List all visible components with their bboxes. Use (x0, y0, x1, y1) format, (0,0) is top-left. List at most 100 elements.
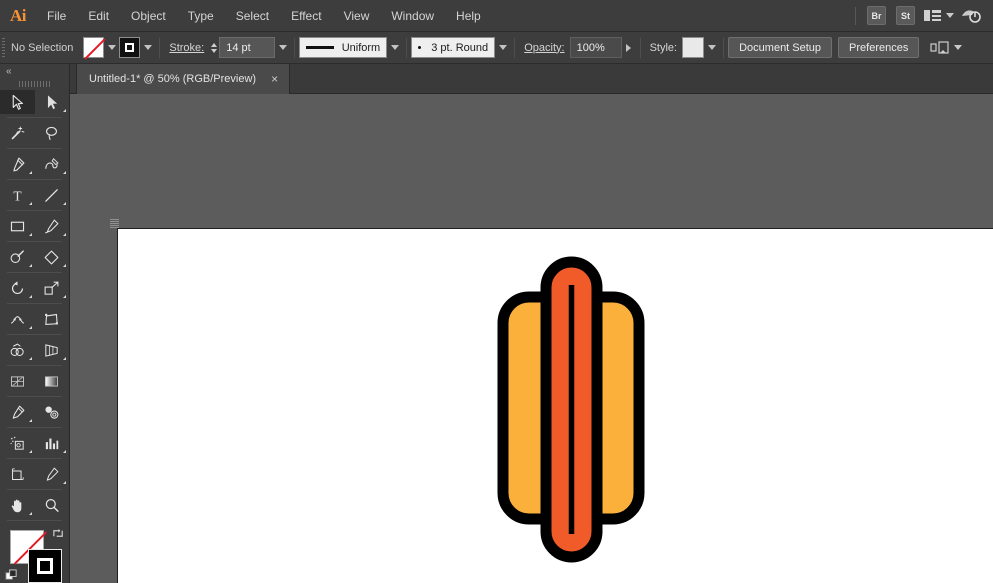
menu-item-window[interactable]: Window (380, 0, 445, 32)
fill-color-swatch[interactable] (83, 37, 104, 58)
canvas-area[interactable] (70, 94, 993, 583)
mesh-tool[interactable] (0, 369, 35, 393)
scale-tool[interactable] (35, 276, 70, 300)
tool-flyout-indicator-icon (63, 264, 66, 267)
brush-definition-dropdown-icon[interactable] (495, 37, 510, 58)
opacity-options-icon[interactable] (622, 37, 636, 58)
menu-divider (855, 7, 856, 25)
artboard[interactable] (117, 228, 993, 583)
artboard-tool[interactable] (0, 462, 35, 486)
align-chevron-down-icon[interactable] (954, 45, 962, 50)
shaper-tool[interactable] (0, 245, 35, 269)
perspective-grid-tool[interactable] (35, 338, 70, 362)
rectangle-tool[interactable] (0, 214, 35, 238)
stroke-indicator[interactable] (28, 549, 62, 583)
menu-item-help[interactable]: Help (445, 0, 492, 32)
menu-item-object[interactable]: Object (120, 0, 177, 32)
direct-selection-tool[interactable] (35, 90, 70, 114)
tools-group-magic-lasso (0, 121, 69, 145)
stroke-weight-dropdown-icon[interactable] (275, 37, 290, 58)
menu-item-file[interactable]: File (36, 0, 77, 32)
align-to-artboard-icon[interactable] (927, 36, 965, 60)
control-divider (406, 38, 407, 58)
paintbrush-tool[interactable] (35, 214, 70, 238)
control-bar: No Selection Stroke: 14 pt Uniform 3 pt.… (0, 32, 993, 64)
tools-divider (7, 489, 62, 490)
lasso-tool[interactable] (35, 121, 70, 145)
symbol-sprayer-tool[interactable] (0, 431, 35, 455)
tool-flyout-indicator-icon (63, 481, 66, 484)
type-tool[interactable]: T (0, 183, 35, 207)
stroke-profile-dropdown-icon[interactable] (387, 37, 402, 58)
artboard-corner-marker (110, 219, 119, 228)
shape-builder-tool[interactable] (0, 338, 35, 362)
preferences-button[interactable]: Preferences (838, 37, 919, 58)
stroke-weight-input[interactable]: 14 pt (219, 37, 275, 58)
menu-item-view[interactable]: View (333, 0, 381, 32)
menu-item-edit[interactable]: Edit (77, 0, 120, 32)
free-transform-tool[interactable] (35, 307, 70, 331)
tools-group-shaper-eraser (0, 245, 69, 269)
menu-item-type[interactable]: Type (177, 0, 225, 32)
arrange-documents-icon[interactable] (920, 4, 957, 28)
swap-fill-stroke-icon[interactable] (52, 527, 65, 540)
width-tool[interactable] (0, 307, 35, 331)
stroke-weight-label: Stroke: (164, 42, 209, 54)
collapse-panel-icon[interactable]: « (0, 64, 69, 78)
graphic-style-dropdown-icon[interactable] (704, 37, 719, 58)
magic-wand-tool[interactable] (0, 121, 35, 145)
app-logo-icon: Ai (0, 0, 36, 32)
brush-definition-select[interactable]: 3 pt. Round (411, 37, 495, 58)
style-label: Style: (645, 42, 683, 54)
opacity-label: Opacity: (519, 42, 569, 54)
bridge-icon[interactable]: Br (867, 6, 886, 25)
control-divider (294, 38, 295, 58)
hand-tool[interactable] (0, 493, 35, 517)
stroke-swatch-dropdown-icon[interactable] (140, 37, 155, 58)
tool-flyout-indicator-icon (63, 357, 66, 360)
pen-tool[interactable] (0, 152, 35, 176)
tools-divider (7, 396, 62, 397)
eraser-tool[interactable] (35, 245, 70, 269)
document-tab[interactable]: Untitled-1* @ 50% (RGB/Preview) × (76, 64, 290, 94)
blend-tool[interactable] (35, 400, 70, 424)
tools-divider (7, 117, 62, 118)
fill-swatch-dropdown-icon[interactable] (104, 37, 119, 58)
zoom-tool[interactable] (35, 493, 70, 517)
opacity-input[interactable]: 100% (570, 37, 622, 58)
rotate-tool[interactable] (0, 276, 35, 300)
stock-icon[interactable]: St (896, 6, 915, 25)
document-setup-button[interactable]: Document Setup (728, 37, 832, 58)
menu-item-effect[interactable]: Effect (280, 0, 332, 32)
stroke-weight-stepper[interactable] (209, 37, 219, 58)
workspace-switcher-icon[interactable] (957, 4, 985, 28)
stroke-color-swatch[interactable] (119, 37, 140, 58)
tools-group-width-transform (0, 307, 69, 331)
column-graph-tool[interactable] (35, 431, 70, 455)
tools-divider (7, 148, 62, 149)
selection-tool[interactable] (0, 90, 35, 114)
chevron-down-icon[interactable] (946, 13, 954, 18)
gradient-tool[interactable] (35, 369, 70, 393)
tools-divider (7, 303, 62, 304)
default-fill-stroke-icon[interactable] (5, 569, 18, 582)
tool-flyout-indicator-icon (29, 295, 32, 298)
curvature-tool[interactable] (35, 152, 70, 176)
line-segment-tool[interactable] (35, 183, 70, 207)
stroke-profile-value: Uniform (342, 42, 381, 54)
illustrator-window: Ai File Edit Object Type Select Effect V… (0, 0, 993, 583)
control-bar-grip[interactable] (0, 32, 7, 64)
tools-divider (7, 520, 62, 521)
graphic-style-swatch[interactable] (682, 37, 704, 58)
slice-tool[interactable] (35, 462, 70, 486)
close-icon[interactable]: × (268, 73, 281, 85)
stroke-profile-select[interactable]: Uniform (299, 37, 387, 58)
tools-divider (7, 365, 62, 366)
menu-bar: Ai File Edit Object Type Select Effect V… (0, 0, 993, 32)
tool-flyout-indicator-icon (63, 171, 66, 174)
tools-divider (7, 458, 62, 459)
eyedropper-tool[interactable] (0, 400, 35, 424)
tools-panel-grip[interactable] (0, 78, 69, 90)
tools-group-shape-brush (0, 214, 69, 238)
menu-item-select[interactable]: Select (225, 0, 280, 32)
